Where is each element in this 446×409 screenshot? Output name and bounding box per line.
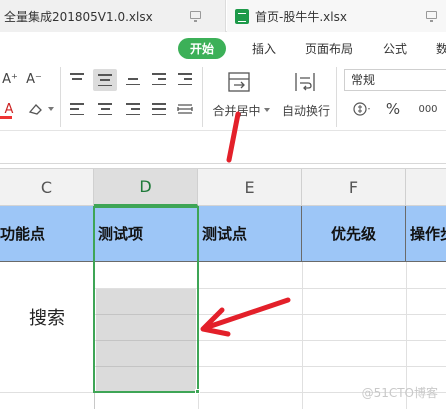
- annotation-overlay: [200, 111, 291, 337]
- watermark: @51CTO博客: [361, 386, 438, 400]
- red-line-annotation: [226, 111, 241, 163]
